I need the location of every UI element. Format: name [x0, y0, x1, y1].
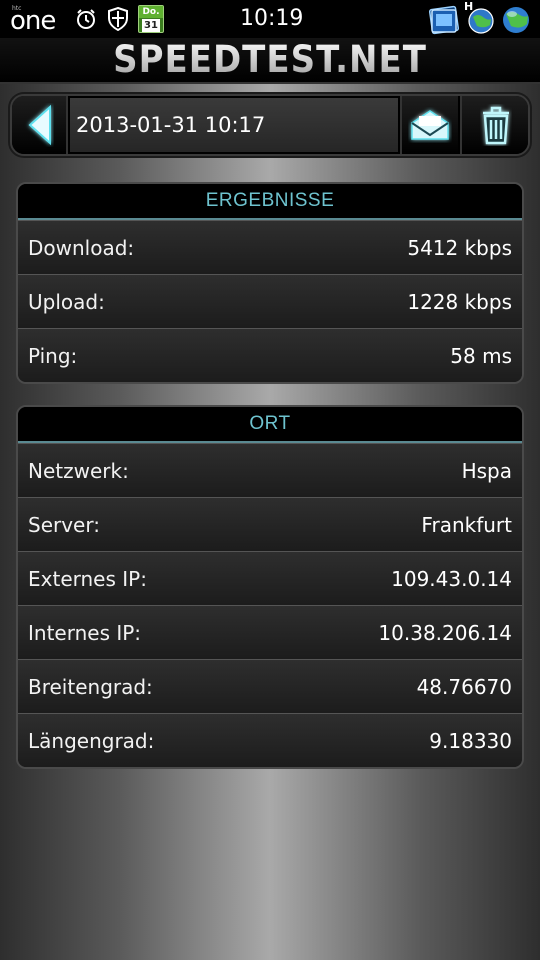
back-arrow-icon — [28, 104, 51, 146]
back-button[interactable] — [12, 96, 68, 154]
app-header: SPEEDTEST.NET — [0, 38, 540, 84]
hspa-signal-icon: H — [464, 0, 496, 36]
row-label: Upload: — [28, 289, 105, 314]
row-value: 9.18330 — [429, 728, 512, 753]
alarm-clock-icon — [74, 6, 98, 32]
row-label: Internes IP: — [28, 620, 142, 645]
row-value: Hspa — [461, 458, 512, 483]
location-row-longitude: Längengrad: 9.18330 — [18, 713, 522, 767]
calendar-date: 31 — [142, 19, 160, 32]
notification-cards-icon — [428, 2, 460, 36]
location-panel: ORT Netzwerk: Hspa Server: Frankfurt Ext… — [16, 405, 524, 769]
calendar-weekday: Do. — [139, 6, 163, 18]
location-title: ORT — [18, 407, 522, 443]
htc-one-logo: htc one — [10, 3, 66, 36]
share-email-button[interactable] — [400, 96, 458, 154]
envelope-icon — [411, 110, 449, 140]
results-title: ERGEBNISSE — [18, 184, 522, 220]
network-type-letter: H — [464, 0, 474, 13]
location-row-latitude: Breitengrad: 48.76670 — [18, 659, 522, 713]
results-panel: ERGEBNISSE Download: 5412 kbps Upload: 1… — [16, 182, 524, 384]
row-label: Server: — [28, 512, 100, 537]
calendar-icon: Do. 31 — [138, 5, 164, 33]
trash-icon — [483, 106, 509, 145]
result-date: 2013-01-31 10:17 — [76, 113, 266, 137]
delete-button[interactable] — [460, 96, 528, 154]
result-date-field: 2013-01-31 10:17 — [70, 98, 398, 152]
result-row-upload: Upload: 1228 kbps — [18, 274, 522, 328]
status-bar: htc one Do. 31 10:19 H — [0, 0, 540, 38]
result-action-bar: 2013-01-31 10:17 — [10, 94, 530, 156]
clock-time: 10:19 — [240, 6, 304, 31]
result-row-ping: Ping: 58 ms — [18, 328, 522, 382]
row-value: 10.38.206.14 — [378, 620, 512, 645]
row-label: Längengrad: — [28, 728, 155, 753]
row-label: Breitengrad: — [28, 674, 153, 699]
location-row-external-ip: Externes IP: 109.43.0.14 — [18, 551, 522, 605]
row-value: Frankfurt — [421, 512, 512, 537]
speedtest-logo: SPEEDTEST.NET — [113, 38, 427, 82]
globe-icon — [500, 2, 532, 36]
row-value: 1228 kbps — [407, 289, 512, 314]
location-row-server: Server: Frankfurt — [18, 497, 522, 551]
result-row-download: Download: 5412 kbps — [18, 220, 522, 274]
location-row-internal-ip: Internes IP: 10.38.206.14 — [18, 605, 522, 659]
htc-brand-one: one — [10, 6, 56, 36]
row-label: Download: — [28, 235, 135, 260]
shield-icon — [106, 6, 130, 32]
row-value: 48.76670 — [416, 674, 512, 699]
location-row-network: Netzwerk: Hspa — [18, 443, 522, 497]
row-label: Externes IP: — [28, 566, 147, 591]
row-value: 109.43.0.14 — [391, 566, 512, 591]
row-label: Ping: — [28, 343, 78, 368]
row-value: 58 ms — [450, 343, 512, 368]
row-value: 5412 kbps — [407, 235, 512, 260]
row-label: Netzwerk: — [28, 458, 129, 483]
